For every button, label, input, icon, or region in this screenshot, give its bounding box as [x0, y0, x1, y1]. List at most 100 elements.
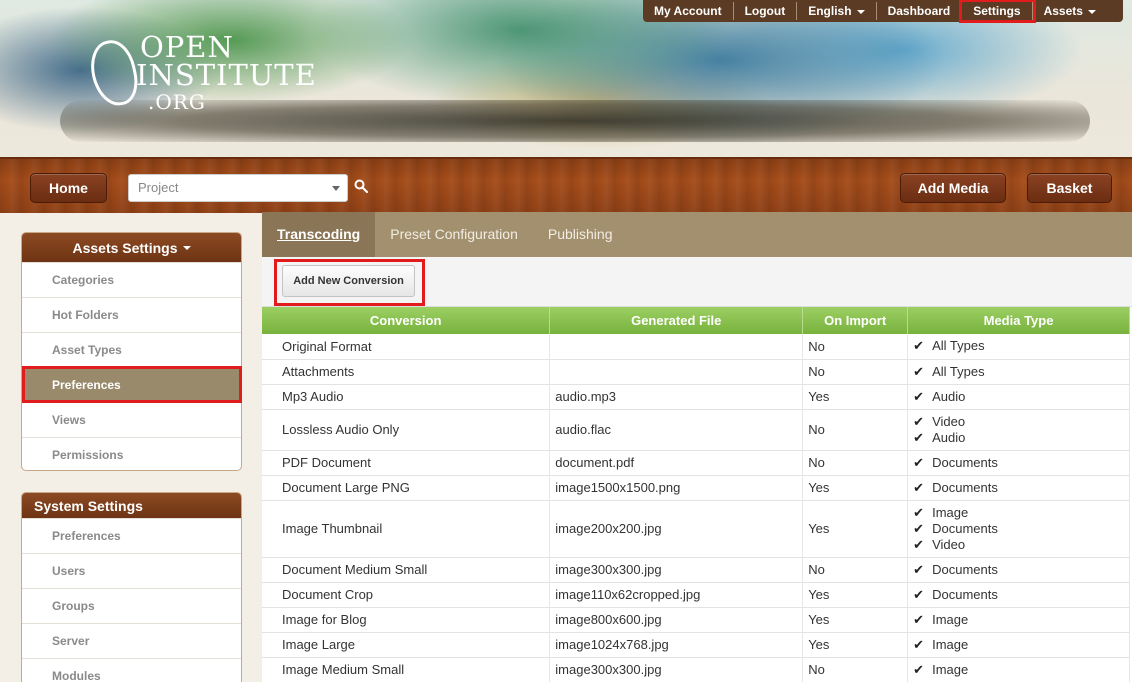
table-row[interactable]: Original Format No ✔ All Types	[262, 334, 1130, 360]
top-navigation: My Account Logout English Dashboard Sett…	[643, 0, 1123, 23]
cell-conversion[interactable]: Attachments	[262, 359, 551, 385]
cell-conversion[interactable]: Mp3 Audio	[262, 384, 551, 410]
cell-conversion[interactable]: Image Medium Small	[262, 657, 551, 682]
cell-generated-file: audio.mp3	[549, 384, 804, 410]
dashboard-link[interactable]: Dashboard	[877, 2, 963, 20]
cell-conversion[interactable]: Original Format	[262, 334, 551, 360]
cell-conversion[interactable]: Image for Blog	[262, 607, 551, 633]
table-row[interactable]: Document Crop image110x62cropped.jpg Yes ✔ D…	[262, 582, 1130, 608]
sidebar-item-groups[interactable]: Groups	[22, 588, 241, 623]
cell-conversion[interactable]: PDF Document	[262, 450, 551, 476]
media-type-label: Documents	[932, 479, 998, 495]
media-type-label: Audio	[932, 429, 966, 445]
checkmark-icon: ✔	[913, 338, 925, 354]
sidebar-item-hot-folders[interactable]: Hot Folders	[22, 297, 241, 332]
sidebar-item-categories[interactable]: Categories	[22, 262, 241, 297]
cell-media-type: ✔ Image	[907, 657, 1130, 682]
table-row[interactable]: Lossless Audio Only audio.flac No ✔ Video ✔ Au…	[262, 409, 1130, 451]
table-row[interactable]: Mp3 Audio audio.mp3 Yes ✔ Audio	[262, 384, 1130, 410]
table-row[interactable]: Image Large image1024x768.jpg Yes ✔ Image	[262, 632, 1130, 658]
project-select[interactable]: Project	[128, 174, 348, 202]
checkmark-icon: ✔	[913, 611, 925, 627]
checkmark-icon: ✔	[913, 661, 925, 677]
column-header-generated-file[interactable]: Generated File	[549, 307, 804, 334]
project-placeholder: Project	[138, 180, 179, 195]
sidebar-item-permissions[interactable]: Permissions	[22, 437, 241, 470]
cell-conversion[interactable]: Image Thumbnail	[262, 500, 551, 558]
logo-text-institute: INSTITUTE	[136, 58, 317, 92]
assets-label: Assets	[1043, 4, 1083, 18]
sidebar-item-asset-types[interactable]: Asset Types	[22, 332, 241, 367]
media-type-entry: ✔ Image	[913, 505, 1124, 521]
sidebar-item-preferences[interactable]: Preferences	[22, 367, 241, 402]
tab-transcoding[interactable]: Transcoding	[262, 212, 376, 257]
main-toolbar: Home Project Add Media Basket	[0, 157, 1132, 213]
conversion-toolbar: Add New Conversion	[262, 257, 1132, 307]
sidebar-item-server[interactable]: Server	[22, 623, 241, 658]
media-type-label: Image	[932, 661, 969, 677]
basket-button[interactable]: Basket	[1027, 173, 1112, 203]
media-type-label: All Types	[932, 338, 985, 354]
column-header-conversion[interactable]: Conversion	[262, 307, 551, 334]
cell-conversion[interactable]: Document Medium Small	[262, 557, 551, 583]
column-header-media-type[interactable]: Media Type	[907, 307, 1130, 334]
sidebar-item-users[interactable]: Users	[22, 553, 241, 588]
table-row[interactable]: Image for Blog image800x600.jpg Yes ✔ Image	[262, 607, 1130, 633]
sidebar-item-system-preferences[interactable]: Preferences	[22, 518, 241, 553]
table-row[interactable]: Document Large PNG image1500x1500.png Yes ✔…	[262, 475, 1130, 501]
settings-tabs: Transcoding Preset Configuration Publish…	[262, 212, 1132, 257]
cell-on-import: No	[802, 359, 909, 385]
table-header-row: Conversion Generated File On Import Medi…	[262, 307, 1130, 334]
sidebar-item-modules[interactable]: Modules	[22, 658, 241, 682]
chevron-down-icon	[182, 245, 191, 250]
cell-on-import: Yes	[802, 607, 909, 633]
cell-on-import: No	[802, 409, 909, 451]
media-type-entry: ✔ Documents	[913, 480, 1124, 496]
cell-media-type: ✔ Audio	[907, 384, 1130, 410]
checkmark-icon: ✔	[913, 636, 925, 652]
chevron-down-icon	[856, 9, 865, 14]
table-row[interactable]: PDF Document document.pdf No ✔ Documents	[262, 450, 1130, 476]
cell-conversion[interactable]: Document Crop	[262, 582, 551, 608]
table-row[interactable]: Image Medium Small image300x300.jpg No ✔ Ima…	[262, 657, 1130, 682]
checkmark-icon: ✔	[913, 586, 925, 602]
tab-publishing[interactable]: Publishing	[533, 212, 628, 257]
system-settings-panel: System Settings Preferences Users Groups…	[21, 492, 242, 682]
add-media-button[interactable]: Add Media	[900, 173, 1006, 203]
media-type-label: Image	[932, 504, 969, 520]
cell-conversion[interactable]: Image Large	[262, 632, 551, 658]
media-type-entry: ✔ Image	[913, 612, 1124, 628]
language-label: English	[808, 4, 852, 18]
assets-settings-header[interactable]: Assets Settings	[22, 233, 241, 262]
header-banner: OPEN INSTITUTE .ORG	[0, 0, 1132, 158]
column-header-on-import[interactable]: On Import	[802, 307, 909, 334]
cell-conversion[interactable]: Lossless Audio Only	[262, 409, 551, 451]
table-row[interactable]: Document Medium Small image300x300.jpg No ✔…	[262, 557, 1130, 583]
media-type-entry: ✔ Audio	[913, 389, 1124, 405]
language-menu[interactable]: English	[797, 2, 877, 20]
table-row[interactable]: Image Thumbnail image200x200.jpg Yes ✔ Image…	[262, 500, 1130, 558]
media-type-label: Video	[932, 536, 966, 552]
add-new-conversion-button[interactable]: Add New Conversion	[282, 265, 415, 297]
site-logo[interactable]: OPEN INSTITUTE .ORG	[85, 30, 322, 120]
table-row[interactable]: Attachments No ✔ All Types	[262, 359, 1130, 385]
tab-preset-configuration[interactable]: Preset Configuration	[375, 212, 533, 257]
assets-menu[interactable]: Assets	[1033, 2, 1107, 20]
main-content: Transcoding Preset Configuration Publish…	[262, 212, 1132, 682]
cell-media-type: ✔ Image	[907, 607, 1130, 633]
media-type-label: Documents	[932, 586, 998, 602]
cell-generated-file: image110x62cropped.jpg	[549, 582, 804, 608]
sidebar-item-views[interactable]: Views	[22, 402, 241, 437]
search-icon[interactable]	[354, 179, 368, 193]
logout-link[interactable]: Logout	[734, 2, 798, 20]
cell-generated-file: image300x300.jpg	[549, 657, 804, 682]
cell-on-import: Yes	[802, 632, 909, 658]
media-type-label: Audio	[932, 388, 966, 404]
home-button[interactable]: Home	[30, 173, 107, 203]
cell-on-import: Yes	[802, 384, 909, 410]
settings-link[interactable]: Settings	[959, 0, 1036, 23]
my-account-link[interactable]: My Account	[643, 2, 734, 20]
cell-on-import: No	[802, 334, 909, 360]
system-settings-header[interactable]: System Settings	[22, 493, 241, 518]
cell-conversion[interactable]: Document Large PNG	[262, 475, 551, 501]
